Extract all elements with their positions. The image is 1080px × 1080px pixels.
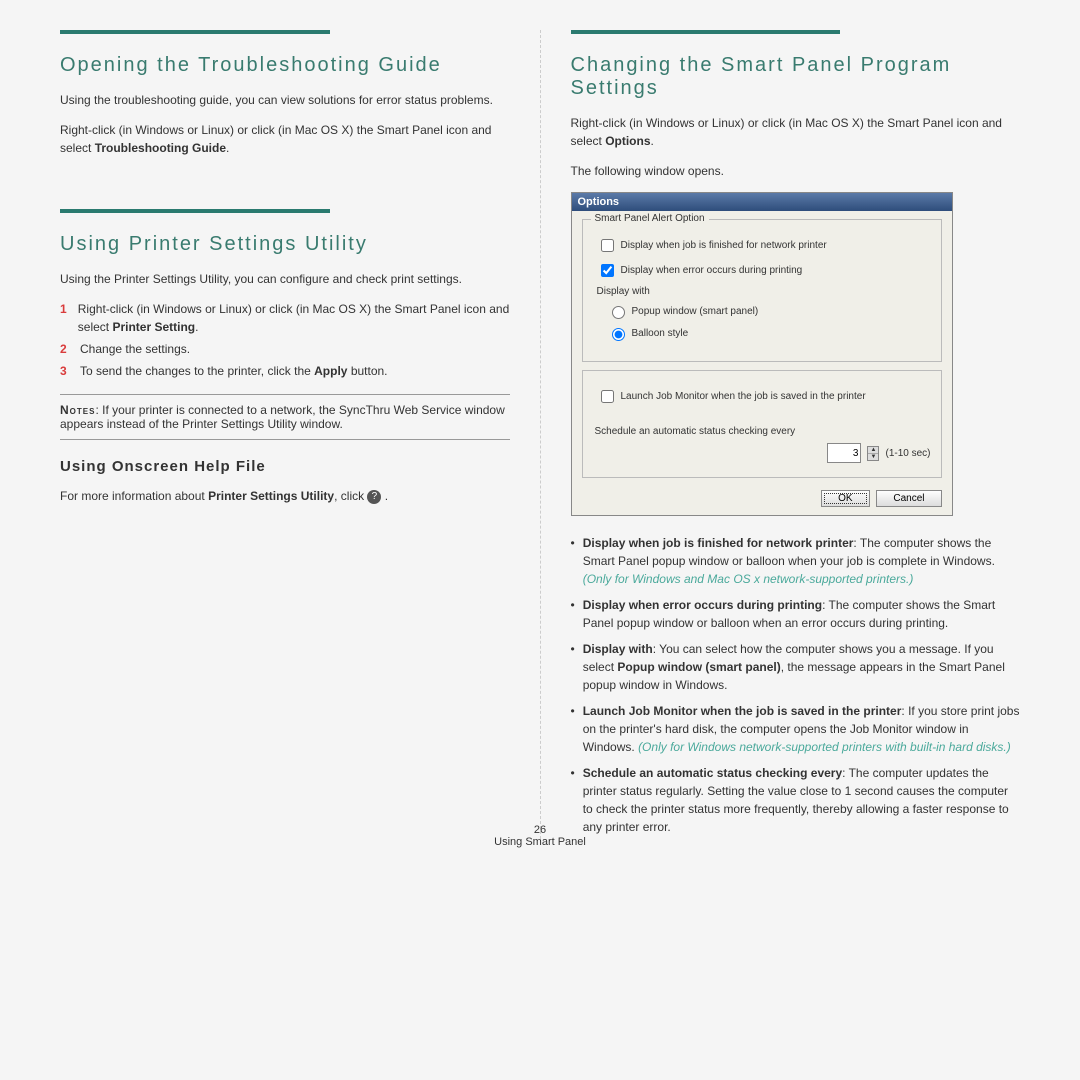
bold-text: Launch Job Monitor when the job is saved… [583, 704, 902, 718]
options-dialog: Options Smart Panel Alert Option Display… [571, 192, 953, 516]
cb-error[interactable] [601, 264, 614, 277]
cb-jobmon[interactable] [601, 390, 614, 403]
notes-text: : If your printer is connected to a netw… [60, 403, 505, 431]
step-text: To send the changes to the printer, clic… [80, 362, 388, 380]
bold-text: Options [605, 134, 650, 148]
help-text: For more information about Printer Setti… [60, 487, 510, 505]
bold-text: Display when error occurs during printin… [583, 598, 822, 612]
section-title-smart-panel-settings: Changing the Smart Panel Program Setting… [571, 54, 1021, 100]
footer-caption: Using Smart Panel [0, 836, 1080, 848]
dialog-titlebar: Options [572, 193, 952, 211]
notes-box: Notes: If your printer is connected to a… [60, 394, 510, 440]
troubleshooting-desc: Using the troubleshooting guide, you can… [60, 91, 510, 109]
text: For more information about [60, 489, 208, 503]
cb-label: Launch Job Monitor when the job is saved… [621, 391, 866, 402]
bold-text: Display when job is finished for network… [583, 536, 854, 550]
italic-note: (Only for Windows network-supported prin… [638, 740, 1011, 754]
bold-text: Printer Setting [112, 320, 195, 334]
cancel-button[interactable]: Cancel [876, 490, 941, 507]
smart-panel-intro: Right-click (in Windows or Linux) or cli… [571, 114, 1021, 150]
troubleshooting-steps: Right-click (in Windows or Linux) or cli… [60, 121, 510, 157]
spinner[interactable]: ▲▼ [867, 446, 879, 461]
text: To send the changes to the printer, clic… [80, 364, 314, 378]
ok-button[interactable]: OK [821, 490, 869, 507]
radio-row-popup[interactable]: Popup window (smart panel) [607, 303, 931, 319]
bullet-jobmon: Launch Job Monitor when the job is saved… [571, 702, 1021, 756]
section-stripe [60, 30, 330, 34]
schedule-line: ▲▼ (1-10 sec) [593, 443, 931, 463]
spin-down[interactable]: ▼ [868, 454, 878, 460]
checkbox-row-jobmon[interactable]: Launch Job Monitor when the job is saved… [597, 387, 931, 406]
section-stripe [60, 209, 330, 213]
page: Opening the Troubleshooting Guide Using … [0, 0, 1080, 864]
cb-label: Display when job is finished for network… [621, 240, 827, 251]
checkbox-row-finished[interactable]: Display when job is finished for network… [597, 236, 931, 255]
spin-up[interactable]: ▲ [868, 447, 878, 454]
right-column: Changing the Smart Panel Program Setting… [571, 30, 1021, 844]
step-2: 2 Change the settings. [60, 340, 510, 358]
step-number: 2 [60, 340, 70, 358]
radio-label: Balloon style [632, 328, 689, 339]
display-with-label: Display with [597, 286, 931, 297]
section-title-troubleshooting: Opening the Troubleshooting Guide [60, 54, 510, 77]
help-icon: ? [367, 490, 381, 504]
options-explain-list: Display when job is finished for network… [571, 534, 1021, 836]
radio-popup[interactable] [612, 306, 625, 319]
alert-option-group: Smart Panel Alert Option Display when jo… [582, 219, 942, 362]
bullet-error: Display when error occurs during printin… [571, 596, 1021, 632]
step-number: 3 [60, 362, 70, 380]
section-stripe [571, 30, 841, 34]
bullet-display-with: Display with: You can select how the com… [571, 640, 1021, 694]
step-number: 1 [60, 300, 68, 336]
text: button. [347, 364, 387, 378]
page-number: 26 [0, 824, 1080, 836]
schedule-input[interactable] [827, 443, 861, 463]
section-title-printer-settings: Using Printer Settings Utility [60, 233, 510, 256]
text: . [226, 141, 229, 155]
column-divider [540, 30, 541, 844]
radio-balloon[interactable] [612, 328, 625, 341]
window-opens-text: The following window opens. [571, 162, 1021, 180]
cb-label: Display when error occurs during printin… [621, 265, 803, 276]
job-monitor-group: Launch Job Monitor when the job is saved… [582, 370, 942, 478]
step-text: Change the settings. [80, 340, 190, 358]
bullet-finished: Display when job is finished for network… [571, 534, 1021, 588]
text: . [651, 134, 654, 148]
subsection-title-help: Using Onscreen Help File [60, 458, 510, 475]
step-1: 1 Right-click (in Windows or Linux) or cl… [60, 300, 510, 336]
bold-text: Troubleshooting Guide [95, 141, 226, 155]
cb-finished[interactable] [601, 239, 614, 252]
radio-row-balloon[interactable]: Balloon style [607, 325, 931, 341]
bold-text: Display with [583, 642, 653, 656]
notes-label: Notes [60, 403, 95, 417]
schedule-label: Schedule an automatic status checking ev… [595, 426, 931, 437]
text: , click [334, 489, 367, 503]
text: . [195, 320, 198, 334]
bold-text: Popup window (smart panel) [617, 660, 780, 674]
radio-label: Popup window (smart panel) [632, 306, 759, 317]
schedule-range: (1-10 sec) [885, 448, 930, 459]
printer-settings-desc: Using the Printer Settings Utility, you … [60, 270, 510, 288]
step-text: Right-click (in Windows or Linux) or cli… [78, 300, 510, 336]
left-column: Opening the Troubleshooting Guide Using … [60, 30, 510, 844]
bold-text: Printer Settings Utility [208, 489, 334, 503]
page-footer: 26 Using Smart Panel [0, 824, 1080, 848]
bold-text: Schedule an automatic status checking ev… [583, 766, 842, 780]
bold-text: Apply [314, 364, 347, 378]
group-legend: Smart Panel Alert Option [591, 213, 709, 224]
italic-note: (Only for Windows and Mac OS x network-s… [583, 572, 914, 586]
step-3: 3 To send the changes to the printer, cli… [60, 362, 510, 380]
checkbox-row-error[interactable]: Display when error occurs during printin… [597, 261, 931, 280]
dialog-buttons: OK Cancel [582, 486, 942, 507]
steps-list: 1 Right-click (in Windows or Linux) or cl… [60, 300, 510, 380]
